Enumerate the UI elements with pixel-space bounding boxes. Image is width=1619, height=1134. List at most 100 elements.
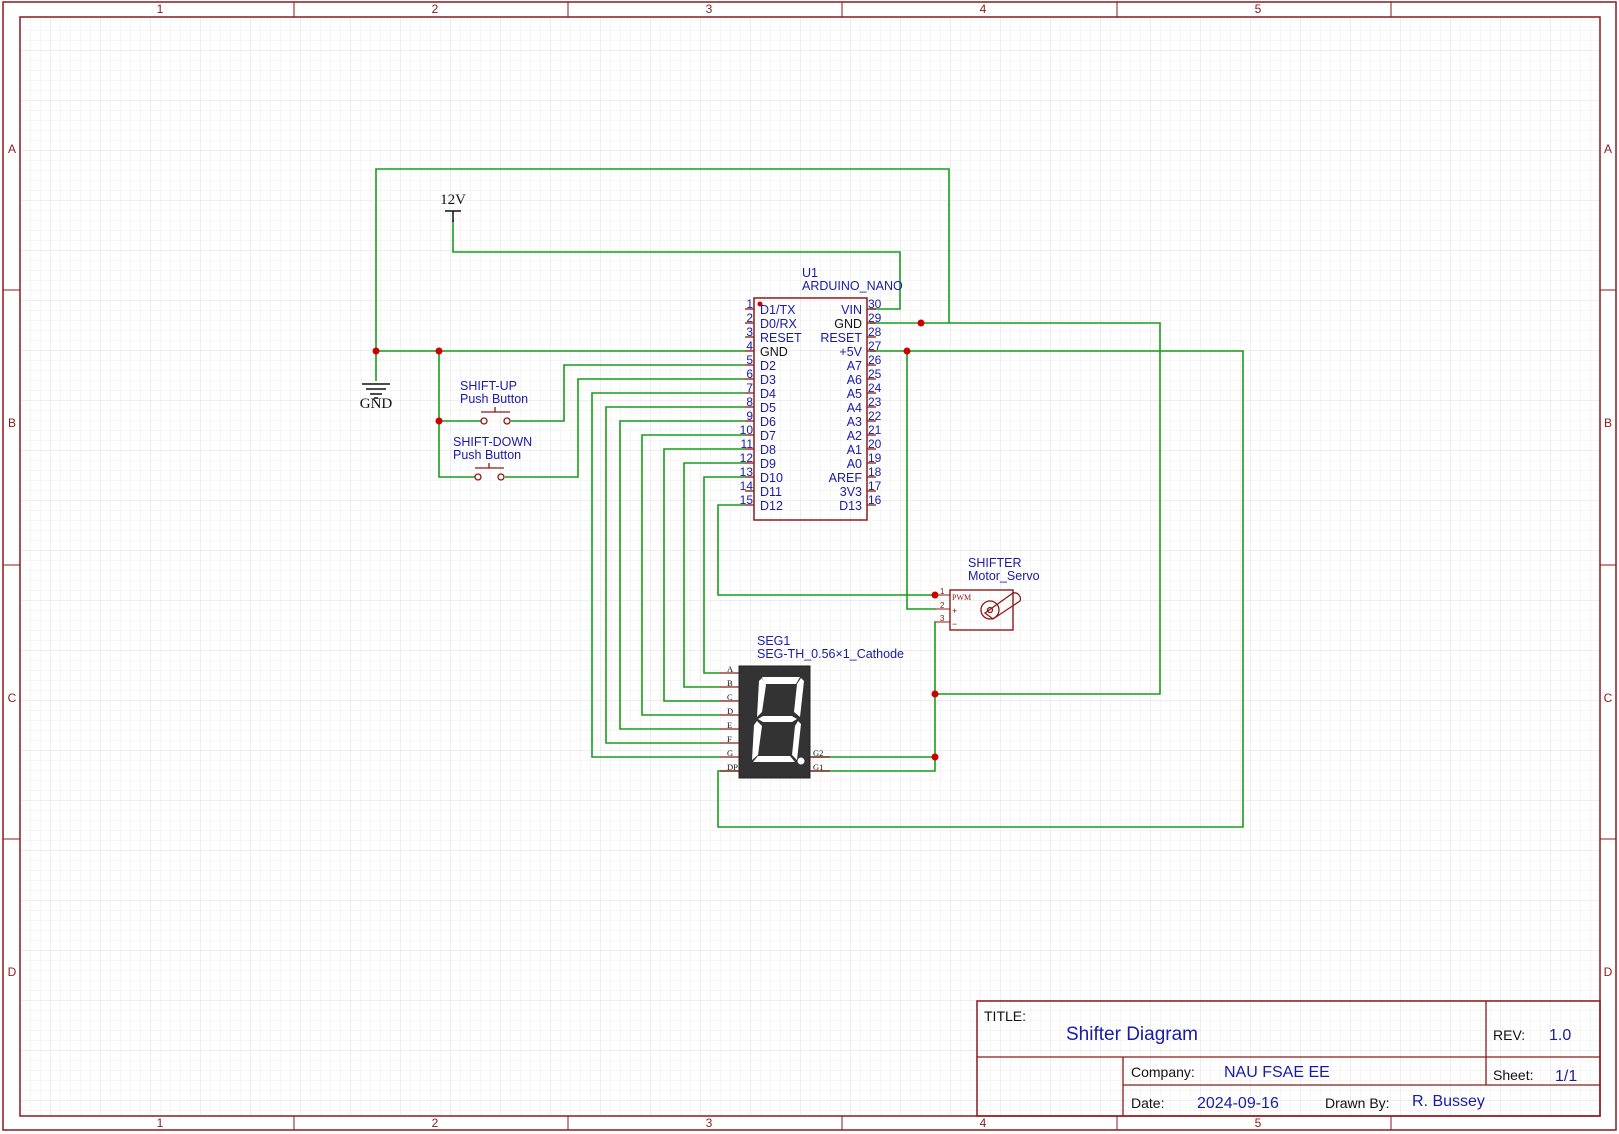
- seg-pin-label: F: [727, 734, 732, 744]
- seg-pin-label: A: [727, 664, 734, 674]
- column-label-top: 5: [1255, 2, 1262, 16]
- arduino-pin-number: 1: [746, 297, 753, 311]
- servo-part: Motor_Servo: [968, 569, 1040, 583]
- arduino-pin-number: 26: [868, 353, 882, 367]
- arduino-pin-number: 19: [868, 451, 882, 465]
- arduino-pin-number: 30: [868, 297, 882, 311]
- rev-label: REV:: [1493, 1027, 1525, 1043]
- seg-pin-label: DP: [727, 762, 738, 772]
- junction-dot: [903, 347, 911, 355]
- arduino-pin-name: D5: [760, 401, 776, 415]
- row-label-right: D: [1604, 965, 1613, 979]
- servo-plus-label: +: [952, 606, 957, 616]
- arduino-pin-name: A6: [847, 373, 862, 387]
- shift-up-ref: SHIFT-UP: [460, 379, 517, 393]
- arduino-pin-name: D8: [760, 443, 776, 457]
- arduino-pin-number: 12: [740, 451, 754, 465]
- servo-minus-label: −: [952, 619, 957, 629]
- shift-up-part: Push Button: [460, 392, 528, 406]
- arduino-pin-name: D4: [760, 387, 776, 401]
- column-label-bottom: 3: [706, 1116, 713, 1130]
- arduino-pin-name: A5: [847, 387, 862, 401]
- arduino-pin-name: D2: [760, 359, 776, 373]
- column-label-bottom: 2: [432, 1116, 439, 1130]
- drawing-grid: [20, 17, 1600, 1116]
- date-value: 2024-09-16: [1197, 1095, 1279, 1112]
- arduino-pin-number: 3: [746, 325, 753, 339]
- seg-pin-label: G1: [813, 762, 823, 772]
- row-label-left: A: [8, 142, 16, 156]
- arduino-pin-number: 7: [746, 381, 753, 395]
- arduino-pin-number: 20: [868, 437, 882, 451]
- arduino-pin-name: D11: [760, 485, 782, 499]
- row-label-left: B: [8, 416, 16, 430]
- arduino-pin-number: 23: [868, 395, 882, 409]
- shift-down-part: Push Button: [453, 448, 521, 462]
- seg-pin-label: D: [727, 706, 733, 716]
- arduino-pin-number: 14: [740, 479, 754, 493]
- arduino-pin-number: 21: [868, 423, 882, 437]
- column-label-bottom: 4: [980, 1116, 987, 1130]
- servo-pin-number: 1: [940, 587, 945, 596]
- revision-value: 1.0: [1549, 1027, 1571, 1044]
- drawn-by-label: Drawn By:: [1325, 1095, 1390, 1111]
- arduino-pin-number: 11: [741, 437, 754, 451]
- schematic-sheet: 1 2 3 4 5 1 2 3 4 5 A B C D A B C D 12V …: [2, 1, 1617, 1131]
- column-label-top: 4: [980, 2, 987, 16]
- arduino-pin-name: D12: [760, 499, 783, 513]
- junction-dot: [435, 417, 443, 425]
- arduino-pin-name: A1: [847, 443, 862, 457]
- arduino-pin-number: 5: [746, 353, 753, 367]
- column-label-bottom: 5: [1255, 1116, 1262, 1130]
- junction-dot: [372, 347, 380, 355]
- row-label-right: C: [1604, 691, 1613, 705]
- arduino-pin-name: D9: [760, 457, 776, 471]
- junction-dot: [435, 347, 443, 355]
- seg-ref: SEG1: [757, 634, 790, 648]
- row-label-left: C: [8, 691, 17, 705]
- arduino-pin-name: D1/TX: [760, 303, 796, 317]
- arduino-pin-name: A2: [847, 429, 862, 443]
- junction-dot: [917, 319, 925, 327]
- arduino-pin-name: GND: [760, 345, 788, 359]
- row-label-left: D: [8, 965, 17, 979]
- seg-pin-label: B: [727, 678, 733, 688]
- arduino-pin-number: 22: [868, 409, 882, 423]
- arduino-pin-number: 18: [868, 465, 882, 479]
- sheet-value: 1/1: [1555, 1068, 1577, 1085]
- arduino-pin-name: A3: [847, 415, 862, 429]
- arduino-pin-name: D6: [760, 415, 776, 429]
- arduino-pin-name: A0: [847, 457, 862, 471]
- junction-dot: [931, 690, 939, 698]
- date-label: Date:: [1131, 1095, 1164, 1111]
- row-label-right: A: [1604, 142, 1612, 156]
- servo-pin-number: 3: [940, 614, 945, 623]
- arduino-pin-name: D10: [760, 471, 783, 485]
- arduino-pin-number: 4: [746, 339, 753, 353]
- servo-pwm-label: PWM: [952, 593, 971, 602]
- servo-ref: SHIFTER: [968, 556, 1021, 570]
- arduino-pin-name: D7: [760, 429, 776, 443]
- arduino-pin-number: 13: [740, 465, 754, 479]
- arduino-pin-name: A4: [847, 401, 862, 415]
- arduino-pin-number: 24: [868, 381, 882, 395]
- title-label: TITLE:: [984, 1008, 1026, 1024]
- arduino-pin-number: 29: [868, 311, 882, 325]
- column-label-top: 3: [706, 2, 713, 16]
- arduino-pin-number: 8: [746, 395, 753, 409]
- sheet-label: Sheet:: [1493, 1067, 1533, 1083]
- company-label: Company:: [1131, 1064, 1195, 1080]
- arduino-pin-name: D0/RX: [760, 317, 797, 331]
- servo-pin-number: 2: [940, 601, 945, 610]
- arduino-pin-name: GND: [834, 317, 862, 331]
- arduino-pin-name: VIN: [841, 303, 862, 317]
- arduino-pin-name: RESET: [820, 331, 862, 345]
- arduino-pin-number: 25: [868, 367, 882, 381]
- arduino-pin-name: RESET: [760, 331, 802, 345]
- seg-pin-label: G2: [813, 748, 823, 758]
- arduino-pin-name: AREF: [829, 471, 863, 485]
- ground-label: GND: [360, 396, 393, 412]
- power-12v-label: 12V: [440, 192, 466, 208]
- arduino-pin-name: +5V: [839, 345, 862, 359]
- seg-part: SEG-TH_0.56×1_Cathode: [757, 647, 904, 661]
